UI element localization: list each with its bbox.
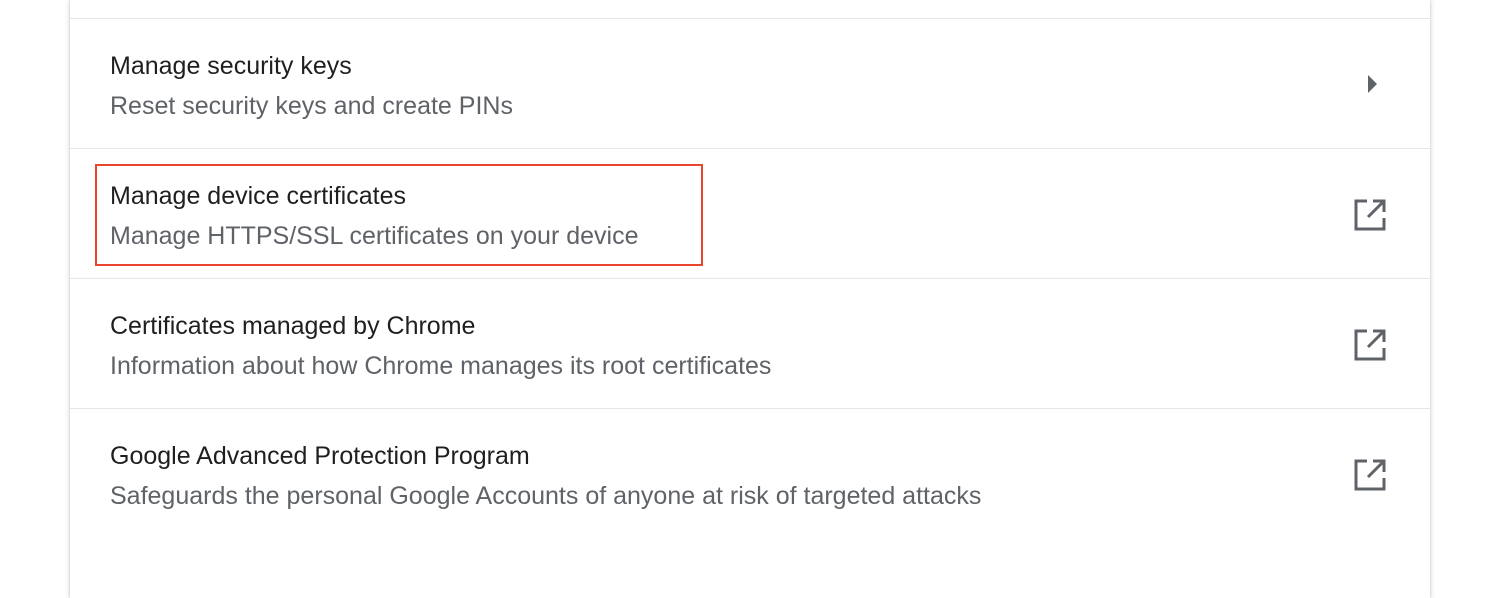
external-link-icon[interactable]: [1352, 327, 1388, 363]
row-title: Certificates managed by Chrome: [110, 312, 476, 340]
row-subtitle: Information about how Chrome manages its…: [110, 352, 772, 380]
row-subtitle: Safeguards the personal Google Accounts …: [110, 482, 982, 510]
certificates-managed-by-chrome-row[interactable]: Certificates managed by Chrome Informati…: [70, 278, 1430, 408]
row-subtitle: Manage HTTPS/SSL certificates on your de…: [110, 222, 639, 250]
manage-security-keys-row[interactable]: Manage security keys Reset security keys…: [70, 18, 1430, 148]
security-settings-card: Manage security keys Reset security keys…: [70, 0, 1430, 598]
manage-device-certificates-row[interactable]: Manage device certificates Manage HTTPS/…: [70, 148, 1430, 278]
row-subtitle: Reset security keys and create PINs: [110, 92, 513, 120]
settings-page: Manage security keys Reset security keys…: [0, 0, 1492, 598]
external-link-icon[interactable]: [1352, 457, 1388, 493]
row-title: Manage security keys: [110, 52, 352, 80]
row-title: Google Advanced Protection Program: [110, 442, 530, 470]
arrow-right-icon[interactable]: [1366, 73, 1380, 95]
external-link-icon[interactable]: [1352, 197, 1388, 233]
row-title: Manage device certificates: [110, 182, 406, 210]
advanced-protection-program-row[interactable]: Google Advanced Protection Program Safeg…: [70, 408, 1430, 538]
